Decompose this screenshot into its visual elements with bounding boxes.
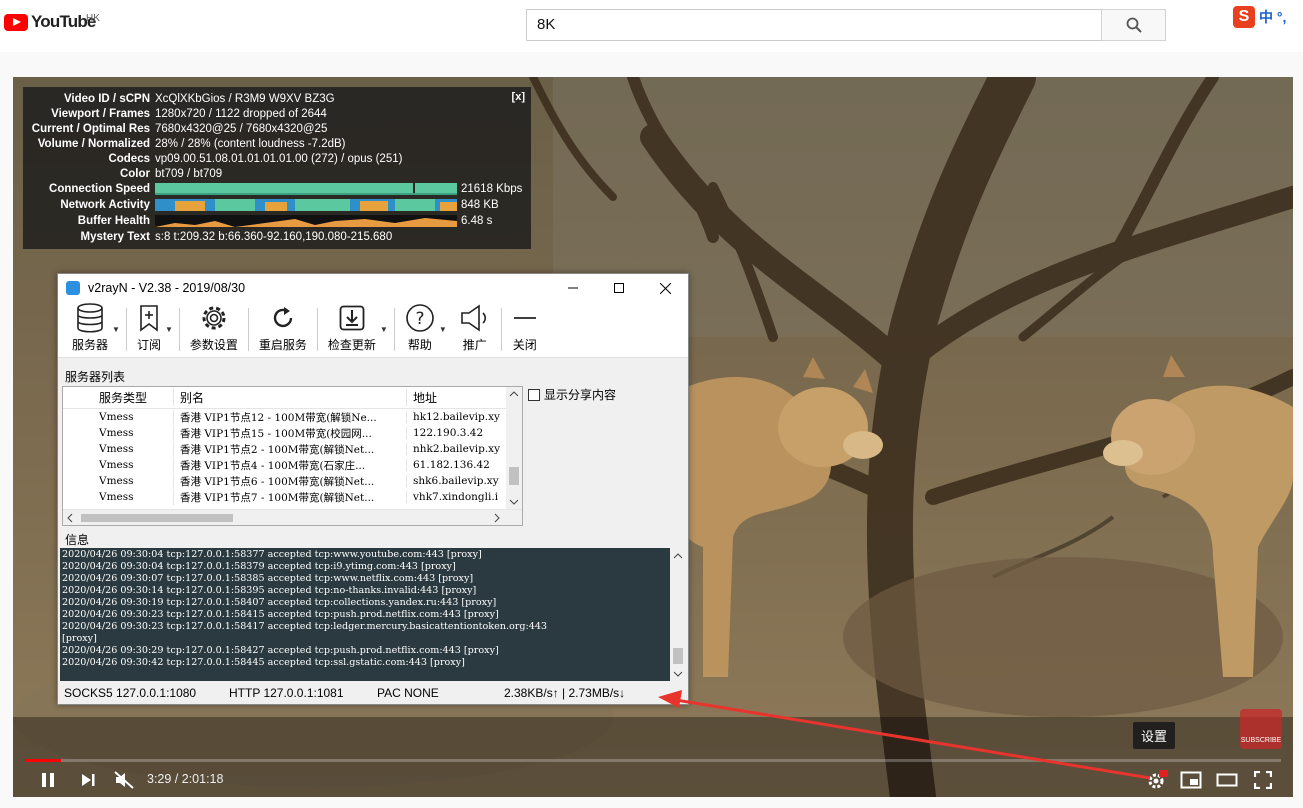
annotation-arrow: [658, 690, 1151, 780]
